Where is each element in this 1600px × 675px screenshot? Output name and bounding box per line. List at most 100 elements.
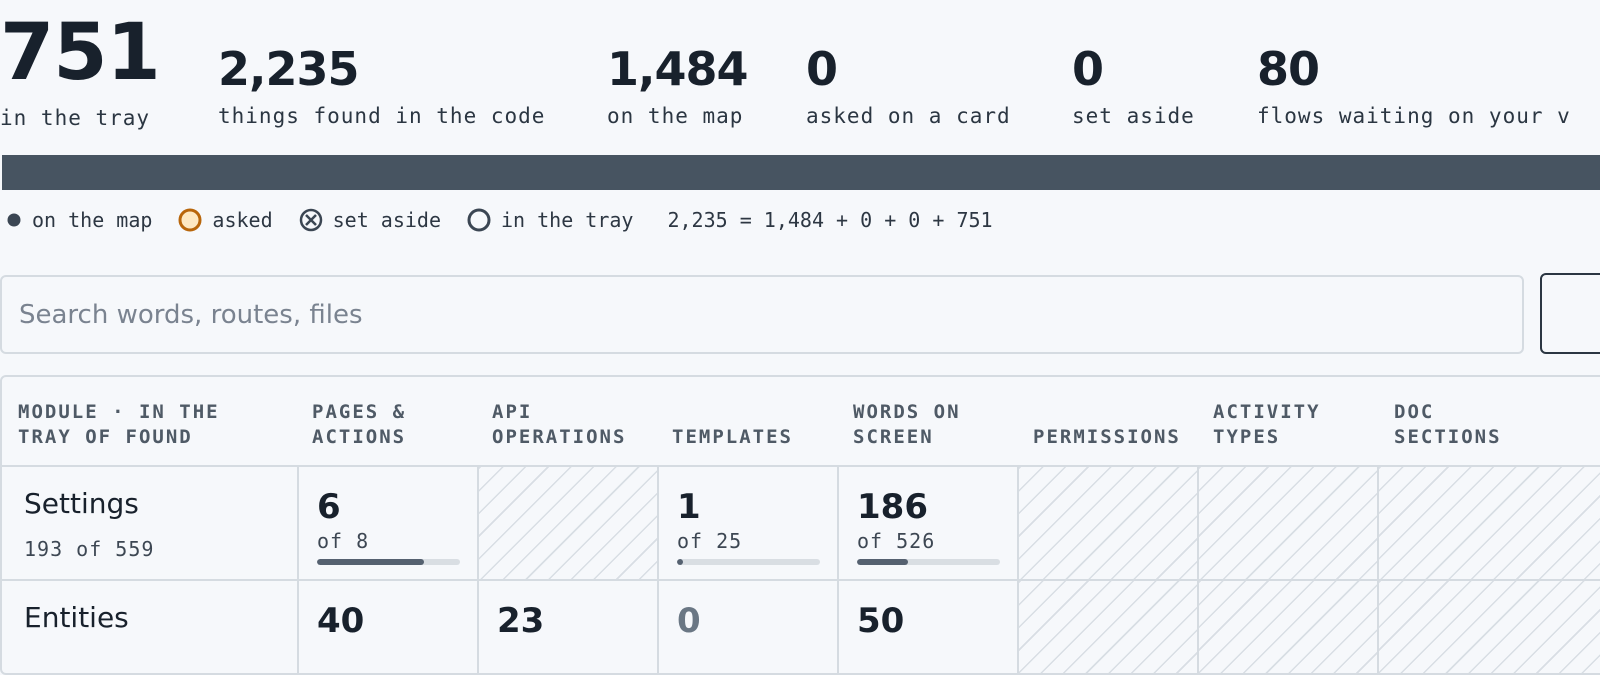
legend-item-on-map: on the map	[6, 208, 152, 232]
col-header-api-operations[interactable]: API OPERATIONS	[492, 377, 662, 467]
stat-value: 0	[1072, 42, 1104, 96]
cell-of: of 25	[677, 529, 743, 553]
cell-progress-fill	[677, 559, 683, 565]
empty-ring-icon	[467, 208, 491, 232]
cell-entities-words[interactable]: 50	[839, 581, 1017, 673]
cell-progress	[317, 559, 460, 565]
filled-dot-icon	[7, 213, 21, 227]
stat-flows-waiting: 80 flows waiting on your v	[1257, 46, 1571, 128]
cell-value: 50	[857, 601, 905, 641]
legend-equation: 2,235 = 1,484 + 0 + 0 + 751	[667, 208, 993, 232]
filter-button[interactable]	[1540, 273, 1600, 354]
asked-ring-icon	[178, 208, 202, 232]
col-header-doc-sections[interactable]: DOC SECTIONS	[1394, 377, 1564, 467]
header-line: PERMISSIONS	[1033, 426, 1181, 448]
legend-label: on the map	[32, 208, 153, 232]
table-row-settings-module[interactable]: Settings 193 of 559	[2, 467, 297, 579]
legend: on the map asked set aside in the tray 2…	[0, 205, 993, 235]
col-header-pages-actions[interactable]: PAGES & ACTIONS	[312, 377, 482, 467]
cell-progress	[857, 559, 1000, 565]
stat-label: set aside	[1072, 104, 1195, 128]
header-line: TEMPLATES	[672, 426, 793, 448]
cell-entities-docs-empty	[1379, 581, 1600, 673]
stat-label: in the tray	[0, 106, 151, 130]
header-line: ACTIVITY	[1213, 401, 1321, 423]
cell-entities-pages-actions[interactable]: 40	[299, 581, 477, 673]
header-line: API	[492, 401, 533, 423]
col-divider	[657, 467, 659, 673]
cell-progress-fill	[857, 559, 908, 565]
progress-bar	[2, 155, 1600, 190]
stat-set-aside: 0 set aside	[1072, 46, 1195, 128]
search-box	[0, 275, 1524, 354]
cell-value: 186	[857, 487, 928, 527]
module-table: MODULE · IN THE TRAY OF FOUND PAGES & ACTI…	[0, 375, 1600, 675]
header-line: SCREEN	[853, 426, 934, 448]
module-count: 193 of 559	[24, 537, 155, 561]
col-header-activity-types[interactable]: ACTIVITY TYPES	[1213, 377, 1383, 467]
stat-found: 2,235 things found in the code	[218, 46, 545, 128]
legend-label: in the tray	[501, 208, 634, 232]
module-name: Settings	[24, 487, 139, 520]
header-line: PAGES &	[312, 401, 407, 423]
cell-value: 6	[317, 487, 341, 527]
header-line: TRAY OF FOUND	[18, 426, 193, 448]
cell-settings-api-empty	[479, 467, 657, 579]
col-divider	[1197, 467, 1199, 673]
stats-summary: 751 in the tray 2,235 things found in th…	[0, 0, 1600, 150]
cell-value: 0	[677, 601, 701, 641]
table-row-entities-module[interactable]: Entities	[2, 581, 297, 673]
cell-entities-api[interactable]: 23	[479, 581, 657, 673]
cell-settings-docs-empty	[1379, 467, 1600, 579]
cell-value: 40	[317, 601, 365, 641]
legend-item-asked: asked	[178, 208, 273, 232]
cell-settings-templates[interactable]: 1 of 25	[659, 467, 837, 579]
cell-settings-words[interactable]: 186 of 526	[839, 467, 1017, 579]
legend-item-in-tray: in the tray	[467, 208, 633, 232]
cell-value: 23	[497, 601, 545, 641]
header-line: WORDS ON	[853, 401, 961, 423]
cell-progress-fill	[317, 559, 425, 565]
col-header-module[interactable]: MODULE · IN THE TRAY OF FOUND	[18, 377, 298, 467]
stat-label: things found in the code	[218, 104, 546, 128]
cell-entities-activity-empty	[1199, 581, 1377, 673]
stat-on-map: 1,484 on the map	[607, 42, 749, 128]
header-line: OPERATIONS	[492, 426, 627, 448]
cell-entities-permissions-empty	[1019, 581, 1197, 673]
stat-value: 0	[806, 42, 838, 96]
cell-settings-pages-actions[interactable]: 6 of 8	[299, 467, 477, 579]
cell-progress	[677, 559, 820, 565]
stat-value: 2,235	[218, 42, 360, 96]
header-line: ACTIONS	[312, 426, 407, 448]
x-circle-icon	[299, 208, 322, 232]
col-header-words-on-screen[interactable]: WORDS ON SCREEN	[853, 377, 1023, 467]
col-divider	[477, 467, 479, 673]
stat-in-tray: 751 in the tray	[0, 8, 161, 130]
stat-value: 80	[1257, 42, 1320, 96]
stat-label: flows waiting on your v	[1257, 104, 1571, 128]
header-line: DOC	[1394, 401, 1435, 423]
cell-settings-activity-empty	[1199, 467, 1377, 579]
cell-entities-templates[interactable]: 0	[659, 581, 837, 673]
col-header-permissions[interactable]: PERMISSIONS	[1033, 377, 1208, 467]
stat-label: on the map	[607, 104, 744, 128]
header-line: TYPES	[1213, 426, 1281, 448]
stat-value: 1,484	[607, 42, 749, 96]
col-divider	[1017, 467, 1019, 673]
cell-settings-permissions-empty	[1019, 467, 1197, 579]
stat-asked: 0 asked on a card	[806, 46, 1011, 128]
module-name: Entities	[24, 601, 129, 634]
legend-label: set aside	[332, 208, 442, 232]
stat-value: 751	[0, 8, 161, 98]
search-input[interactable]	[0, 275, 1524, 354]
col-header-templates[interactable]: TEMPLATES	[672, 377, 842, 467]
col-divider	[837, 467, 839, 673]
header-line: MODULE · IN THE	[18, 401, 220, 423]
legend-label: asked	[212, 208, 273, 232]
col-divider	[1377, 467, 1379, 673]
cell-of: of 526	[857, 529, 936, 553]
header-line: SECTIONS	[1394, 426, 1502, 448]
stat-label: asked on a card	[806, 104, 1011, 128]
cell-value: 1	[677, 487, 701, 527]
col-divider	[297, 467, 299, 673]
